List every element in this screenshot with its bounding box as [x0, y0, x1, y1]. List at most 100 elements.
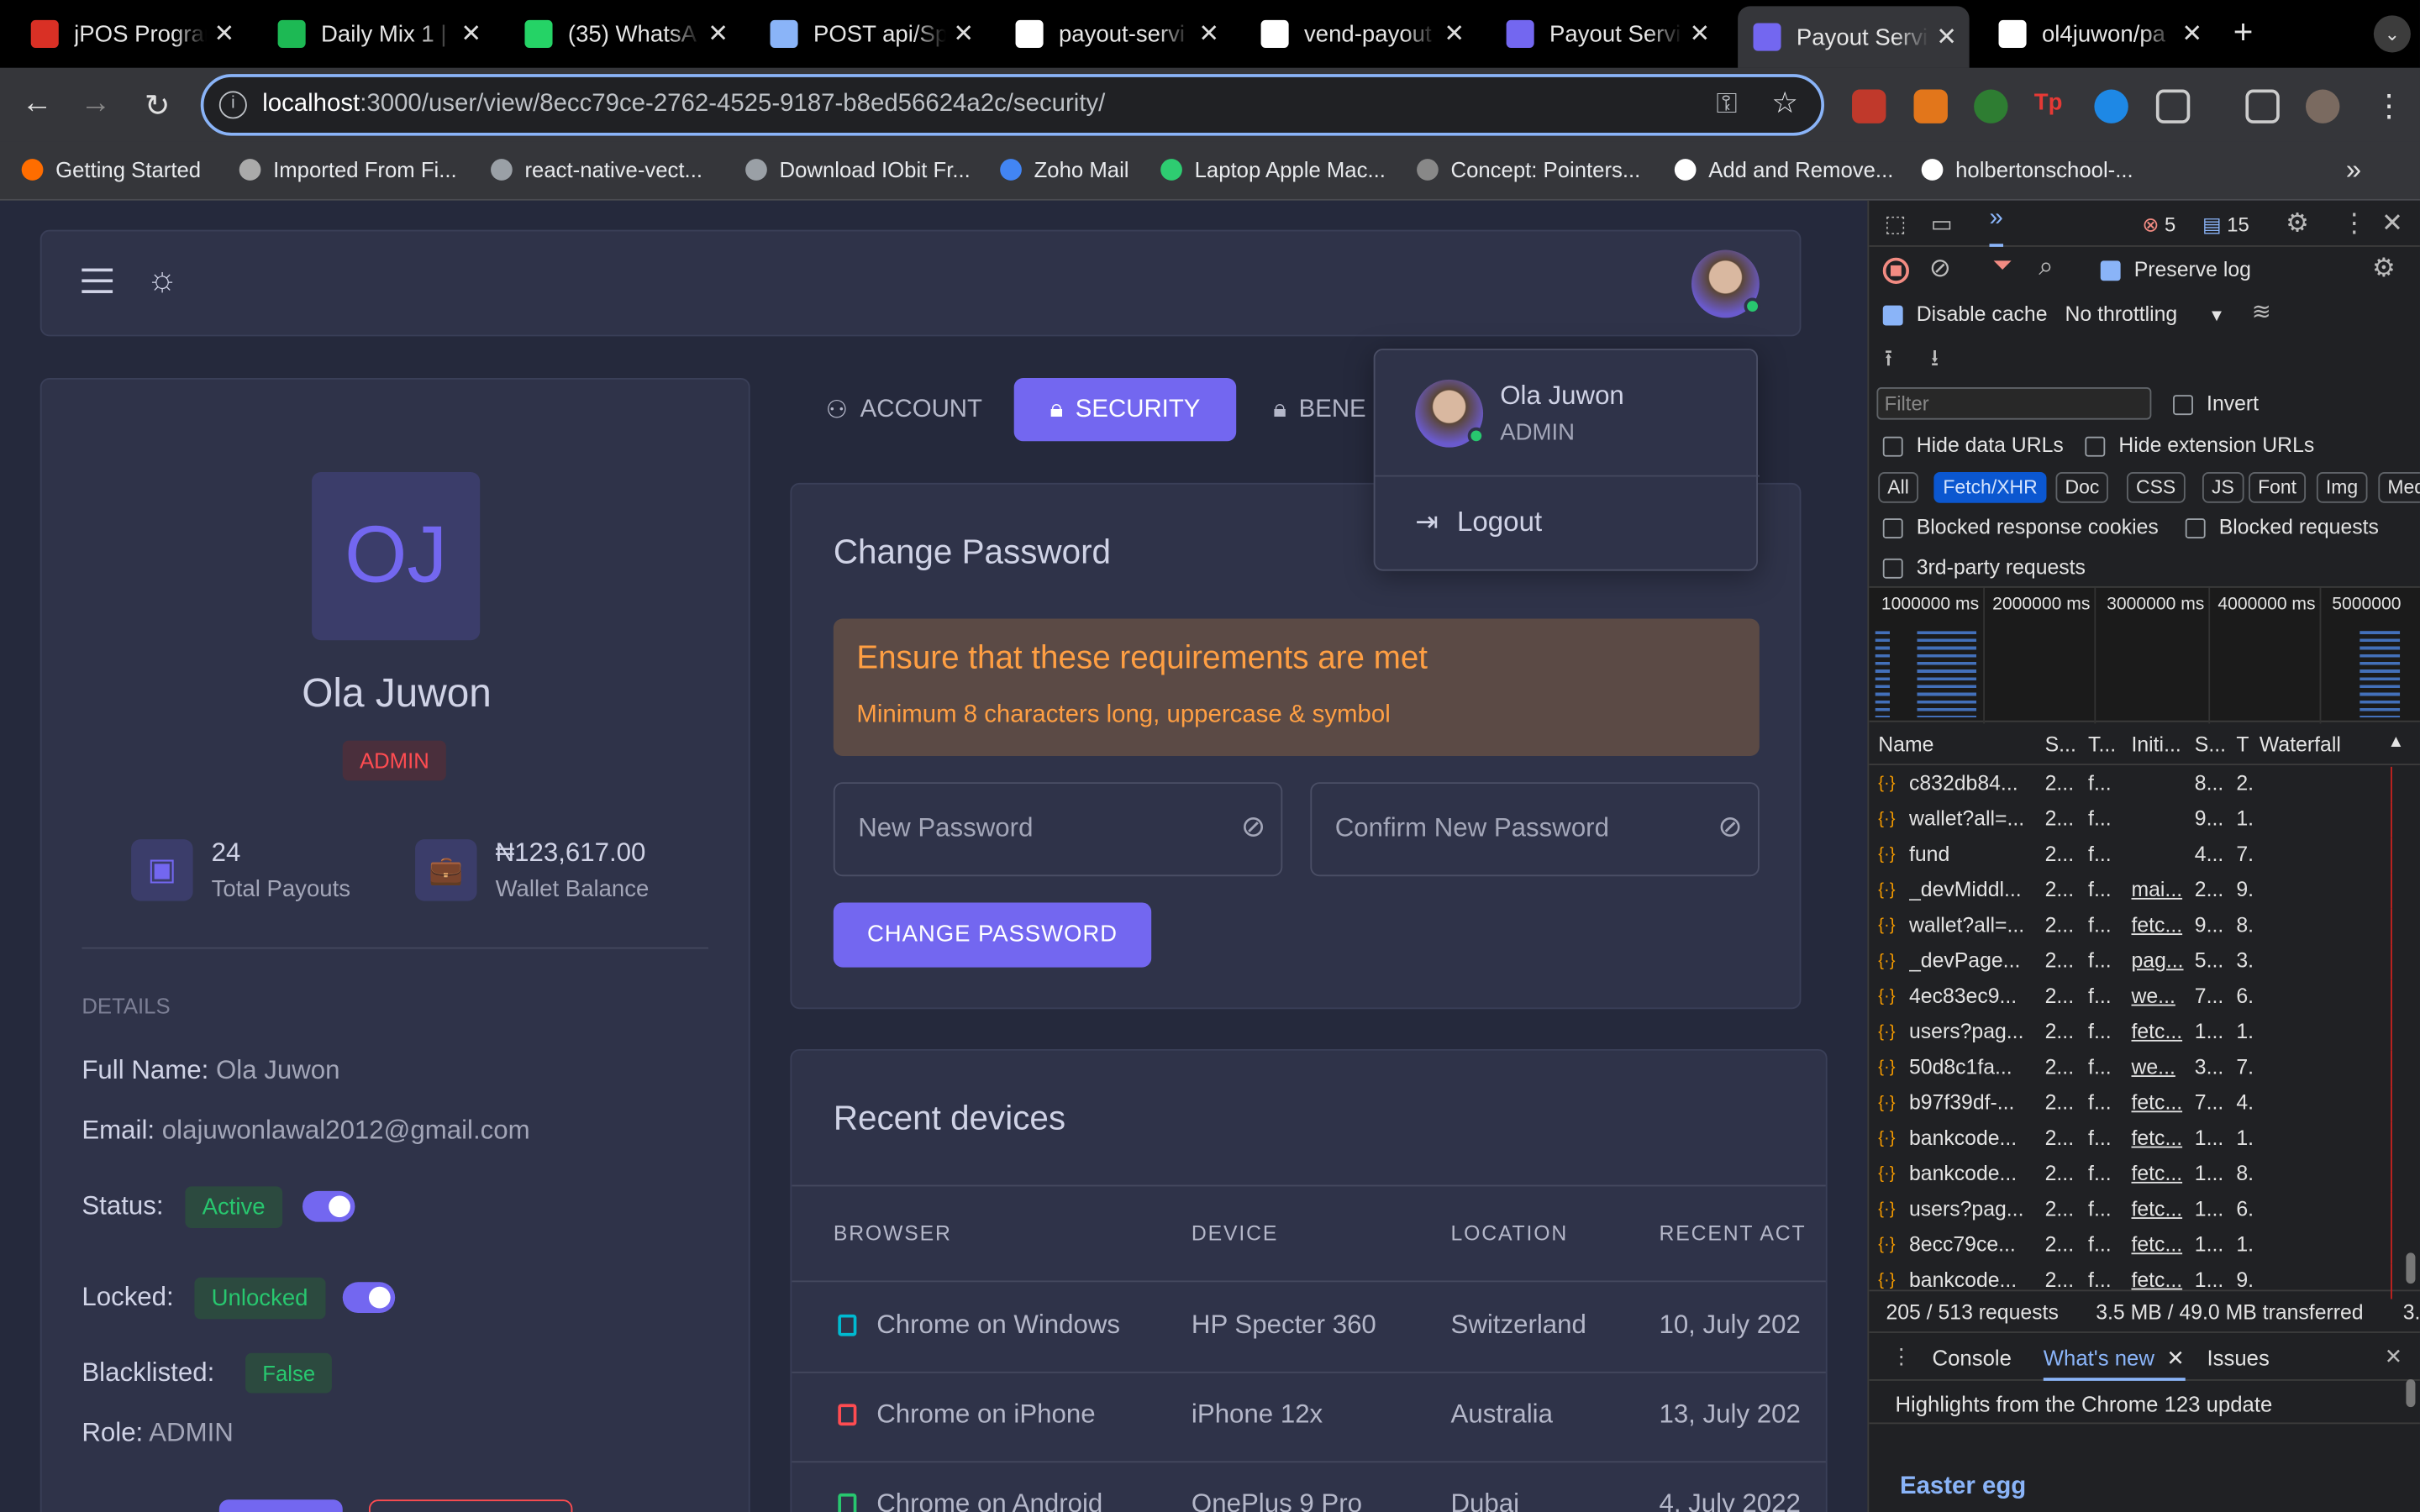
locked-toggle[interactable] — [342, 1282, 396, 1314]
password-key-icon[interactable]: ⚿ — [1716, 88, 1737, 121]
network-settings-icon[interactable]: ⚙ — [2372, 253, 2396, 284]
disable-cache-checkbox[interactable]: Disable cache — [1882, 302, 2047, 326]
request-row[interactable]: {·} users?pag... 2... f... fetc... 1... 6. — [1869, 1192, 2420, 1229]
clear-log-icon[interactable]: ⊘ — [1929, 253, 1951, 284]
browser-tab[interactable]: vend-payout ✕ — [1245, 9, 1477, 59]
type-filter-pill[interactable]: CSS — [2126, 472, 2186, 503]
request-row[interactable]: {·} bankcode... 2... f... fetc... 1... 1. — [1869, 1121, 2420, 1158]
type-filter-pill[interactable]: Font — [2249, 472, 2307, 503]
eye-off-icon[interactable]: ⊘ — [1718, 810, 1742, 845]
request-row[interactable]: {·} fund 2... f... 4... 7. — [1869, 837, 2420, 874]
close-tab-icon[interactable]: ✕ — [2166, 1346, 2185, 1370]
request-row[interactable]: {·} wallet?all=... 2... f... fetc... 9... 8. — [1869, 908, 2420, 945]
bookmark-item[interactable]: holbertonschool-... — [1921, 157, 2133, 182]
drawer-tab-issues[interactable]: Issues — [2207, 1346, 2269, 1370]
theme-toggle-sun-icon[interactable]: ☼ — [146, 260, 177, 300]
filter-funnel-icon[interactable]: ⏷ — [1992, 253, 2012, 281]
tab-account[interactable]: ⚇ ACCOUNT — [826, 378, 982, 441]
blocked-requests-checkbox[interactable]: Blocked requests — [2185, 515, 2379, 538]
browser-tab[interactable]: Daily Mix 1 | S✕ — [262, 9, 494, 59]
throttling-select[interactable]: No throttling ▼ — [2065, 302, 2225, 326]
easter-egg-heading[interactable]: Easter egg — [1900, 1473, 2026, 1501]
request-row[interactable]: {·} 50d8c1fa... 2... f... we... 3... 7. — [1869, 1050, 2420, 1087]
request-initiator[interactable]: mai... — [2131, 878, 2192, 901]
type-filter-pill[interactable]: Fetch/XHR — [1933, 472, 2047, 503]
browser-tab[interactable]: Payout Servi ✕ — [1738, 6, 1970, 68]
extension-tp-icon[interactable]: Tp — [2034, 90, 2068, 123]
preserve-log-checkbox[interactable]: Preserve log — [2100, 258, 2251, 281]
metamask-fox-icon[interactable] — [1913, 89, 1948, 123]
inspect-element-icon[interactable]: ⬚ — [1885, 210, 1907, 238]
extension-green-ring-icon[interactable] — [1974, 89, 2008, 123]
network-tab-icon[interactable]: » — [1989, 205, 2003, 247]
browser-tab[interactable]: Payout Servi ✕ — [1491, 9, 1723, 59]
drawer-menu-icon[interactable]: ⋮ — [1891, 1344, 1912, 1370]
drawer-close-icon[interactable]: ✕ — [2385, 1344, 2403, 1370]
col-size[interactable]: S... — [2195, 732, 2226, 756]
request-row[interactable]: {·} b97f39df-... 2... f... fetc... 7... 4. — [1869, 1086, 2420, 1122]
request-row[interactable]: {·} c832db84... 2... f... 8... 2. — [1869, 766, 2420, 803]
third-party-checkbox[interactable]: 3rd-party requests — [1882, 555, 2086, 579]
tab-close-icon[interactable]: ✕ — [1689, 18, 1710, 50]
request-initiator[interactable]: fetc... — [2131, 1162, 2192, 1185]
tab-beneficiaries[interactable]: 🔒︎ BENE — [1273, 378, 1365, 441]
network-overview-timeline[interactable]: 1000000 ms 2000000 ms 3000000 ms 4000000 ms… — [1869, 585, 2420, 724]
browser-tab[interactable]: (35) WhatsA ✕ — [509, 9, 741, 59]
bookmark-star-icon[interactable]: ☆ — [1772, 87, 1798, 122]
tab-close-icon[interactable]: ✕ — [1198, 18, 1219, 50]
forward-arrow-icon[interactable]: → — [77, 87, 114, 122]
tab-security[interactable]: 🔒︎ SECURITY — [1013, 377, 1237, 442]
eye-off-icon[interactable]: ⊘ — [1241, 810, 1265, 845]
request-initiator[interactable]: fetc... — [2131, 1233, 2192, 1257]
back-arrow-icon[interactable]: ← — [18, 87, 55, 122]
tab-close-icon[interactable]: ✕ — [2181, 18, 2202, 50]
bookmark-item[interactable]: Imported From Fi... — [239, 157, 457, 182]
tab-close-icon[interactable]: ✕ — [953, 18, 974, 50]
edit-button[interactable] — [218, 1499, 343, 1512]
tab-close-icon[interactable]: ✕ — [460, 18, 481, 50]
request-initiator[interactable]: fetc... — [2131, 1126, 2192, 1150]
new-password-field[interactable]: New Password ⊘ — [833, 782, 1283, 877]
browser-tab[interactable]: ol4juwon/pa ✕ — [1983, 9, 2215, 59]
type-filter-pill[interactable]: Media — [2378, 472, 2420, 503]
request-row[interactable]: {·} wallet?all=... 2... f... 9... 1. — [1869, 802, 2420, 838]
tab-close-icon[interactable]: ✕ — [214, 18, 235, 50]
request-initiator[interactable]: fetc... — [2131, 1268, 2192, 1292]
col-name[interactable]: Name — [1878, 732, 1933, 756]
blocked-cookies-checkbox[interactable]: Blocked response cookies — [1882, 515, 2159, 538]
extension-red-icon[interactable] — [1852, 89, 1886, 123]
request-initiator[interactable]: we... — [2131, 984, 2192, 1008]
tab-search-chevron-icon[interactable]: ⌄ — [2373, 15, 2411, 53]
request-initiator[interactable]: fetc... — [2131, 1020, 2192, 1043]
request-row[interactable]: {·} _devMiddl... 2... f... mai... 2... 9. — [1869, 873, 2420, 909]
message-count-badge[interactable]: ▤ 15 — [2202, 213, 2249, 237]
col-initiator[interactable]: Initi... — [2131, 732, 2181, 756]
navbar-avatar[interactable] — [1691, 249, 1761, 318]
logout-menu-item[interactable]: ⇥ Logout — [1415, 506, 1542, 538]
col-type[interactable]: T... — [2088, 732, 2116, 756]
search-icon[interactable]: ⌕ — [2039, 251, 2054, 282]
bookmark-item[interactable]: Getting Started — [21, 157, 201, 182]
hide-extension-urls-checkbox[interactable]: Hide extension URLs — [2085, 433, 2314, 457]
col-waterfall[interactable]: Waterfall — [2260, 732, 2341, 756]
hide-data-urls-checkbox[interactable]: Hide data URLs — [1882, 433, 2064, 457]
drawer-scrollbar[interactable] — [2406, 1379, 2416, 1408]
browser-tab[interactable]: POST api/Sp ✕ — [755, 9, 986, 59]
reload-icon[interactable]: ↻ — [139, 87, 176, 125]
bookmark-item[interactable]: Download IObit Fr... — [745, 157, 971, 182]
bookmark-item[interactable]: react-native-vect... — [491, 157, 702, 182]
error-count-badge[interactable]: ⊗ 5 — [2142, 213, 2175, 237]
request-row[interactable]: {·} 8ecc79ce... 2... f... fetc... 1... 1. — [1869, 1228, 2420, 1264]
chrome-menu-icon[interactable]: ⋮ — [2374, 87, 2405, 125]
col-time[interactable]: T — [2236, 732, 2249, 756]
invert-checkbox[interactable]: Invert — [2173, 392, 2259, 415]
type-filter-pill[interactable]: Img — [2316, 472, 2368, 503]
type-filter-pill[interactable]: JS — [2202, 472, 2244, 503]
hamburger-menu-icon[interactable] — [82, 268, 113, 293]
suspend-button[interactable] — [368, 1499, 573, 1512]
devtools-settings-icon[interactable]: ⚙ — [2286, 208, 2309, 239]
status-toggle[interactable] — [302, 1190, 355, 1222]
device-toolbar-icon[interactable]: ▭ — [1931, 210, 1953, 238]
request-row[interactable]: {·} _devPage... 2... f... pag... 5... 3. — [1869, 944, 2420, 980]
bookmark-item[interactable]: Zoho Mail — [1000, 157, 1128, 182]
